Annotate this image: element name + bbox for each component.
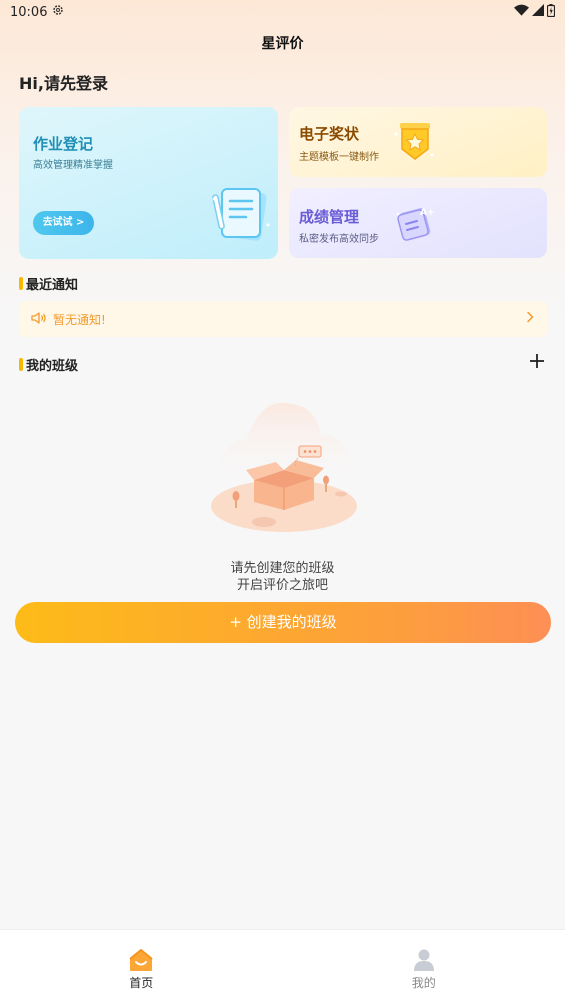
tab-mine-label: 我的 (411, 976, 436, 990)
award-card-subtitle: 主题模板一键制作 (299, 152, 379, 163)
notice-section-label: 最近通知 (26, 278, 79, 293)
notice-empty-text: 暂无通知! (53, 312, 106, 327)
homework-card-title: 作业登记 (33, 135, 94, 153)
tab-home-label: 首页 (129, 976, 154, 990)
section-accent-bar (19, 277, 23, 290)
user-icon (411, 948, 437, 972)
cellular-signal-icon (532, 4, 544, 20)
bottom-tab-bar: 首页 我的 (0, 929, 565, 1004)
add-class-plus-icon[interactable] (528, 352, 546, 370)
homework-card-subtitle: 高效管理精准掌握 (33, 160, 113, 171)
settings-gear-icon (52, 4, 64, 20)
grade-document-icon: A+ (393, 202, 435, 248)
grade-card[interactable]: 成绩管理 私密发布高效同步 A+ (289, 188, 547, 258)
homework-card[interactable]: 作业登记 高效管理精准掌握 去试试 > (19, 107, 278, 259)
home-icon (128, 948, 154, 972)
award-card[interactable]: 电子奖状 主题模板一键制作 (289, 107, 547, 177)
speaker-icon (31, 311, 47, 328)
class-section-label: 我的班级 (26, 359, 79, 374)
login-greeting[interactable]: Hi,请先登录 (19, 70, 108, 94)
section-accent-bar (19, 358, 23, 371)
class-section-heading: 我的班级 (19, 355, 78, 374)
grade-card-subtitle: 私密发布高效同步 (299, 234, 379, 245)
chevron-right-icon (525, 311, 535, 327)
try-button[interactable]: 去试试 > (33, 211, 94, 235)
battery-icon (546, 3, 556, 21)
status-time: 10:06 (10, 4, 48, 20)
empty-state-line2: 开启评价之旅吧 (236, 578, 328, 593)
notebook-pen-icon (212, 185, 272, 247)
page-title: 星评价 (261, 36, 304, 52)
grade-card-title: 成绩管理 (299, 208, 360, 226)
wifi-icon (514, 4, 529, 20)
tab-mine[interactable]: 我的 (283, 930, 565, 1004)
trophy-badge-icon (390, 119, 436, 169)
status-indicators (514, 3, 556, 21)
create-class-button[interactable]: + 创建我的班级 (15, 602, 551, 643)
status-bar: 10:06 (0, 0, 565, 24)
empty-box-illustration (206, 396, 362, 536)
notice-bar[interactable]: 暂无通知! (19, 301, 547, 337)
tab-home[interactable]: 首页 (0, 930, 283, 1004)
notice-section-heading: 最近通知 (19, 274, 78, 293)
award-card-title: 电子奖状 (299, 125, 360, 143)
svg-text:A+: A+ (420, 208, 435, 218)
